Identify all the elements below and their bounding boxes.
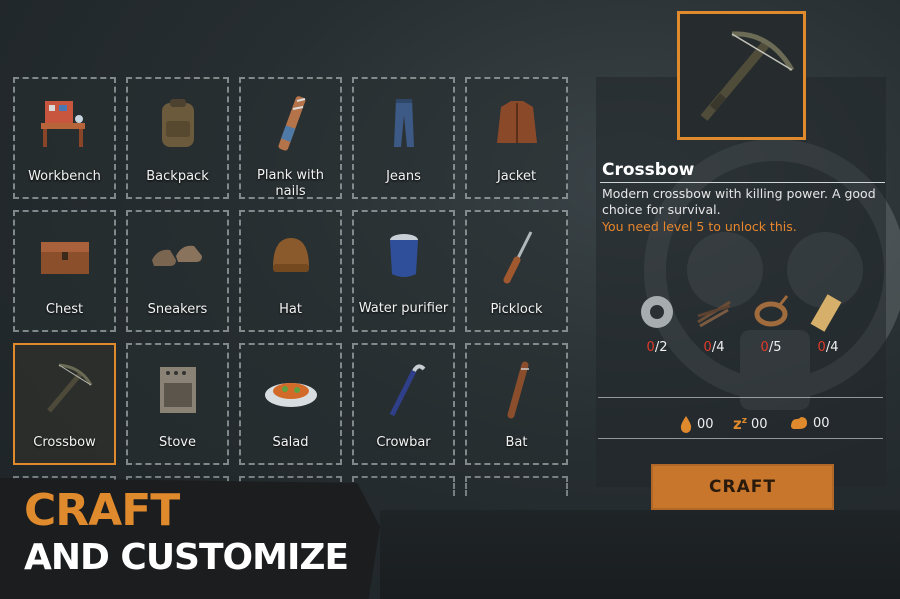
recipe-label: Workbench bbox=[28, 169, 101, 184]
jeans-icon bbox=[354, 93, 453, 153]
recipe-workbench[interactable]: Workbench bbox=[13, 77, 116, 199]
recipe-jeans[interactable]: Jeans bbox=[352, 77, 455, 199]
recipe-backpack[interactable]: Backpack bbox=[126, 77, 229, 199]
recipe-picklock[interactable]: Picklock bbox=[465, 210, 568, 332]
recipe-plank-with-nails[interactable]: Plank with nails bbox=[239, 77, 342, 199]
resource-rope: 0/5 bbox=[746, 292, 796, 355]
item-description: Modern crossbow with killing power. A go… bbox=[602, 186, 876, 217]
plank-icon bbox=[803, 292, 853, 332]
item-preview bbox=[677, 11, 806, 140]
resource-plank: 0/4 bbox=[803, 292, 853, 355]
bat-icon bbox=[467, 359, 566, 419]
rope-icon bbox=[746, 292, 796, 332]
backpack-icon bbox=[128, 93, 227, 153]
recipe-label: Chest bbox=[45, 302, 84, 317]
water-drop-icon bbox=[680, 416, 692, 433]
divider bbox=[600, 182, 885, 183]
recipe-slot-partial[interactable] bbox=[352, 476, 455, 496]
picklock-icon bbox=[467, 226, 566, 286]
stove-icon bbox=[128, 359, 227, 419]
stomach-icon bbox=[791, 417, 807, 429]
recipe-label: Stove bbox=[159, 435, 196, 450]
recipe-grid[interactable]: Workbench Backpack Plank with nails Jean… bbox=[13, 77, 573, 507]
resource-sticks: 0/4 bbox=[689, 292, 739, 355]
unlock-requirement: You need level 5 to unlock this. bbox=[602, 219, 797, 234]
water-purifier-icon bbox=[354, 226, 453, 286]
resource-count: 0/2 bbox=[646, 340, 668, 355]
recipe-label: Picklock bbox=[490, 302, 543, 317]
recipe-hat[interactable]: Hat bbox=[239, 210, 342, 332]
recipe-label: Backpack bbox=[146, 169, 209, 184]
craft-button[interactable]: CRAFT bbox=[651, 464, 834, 510]
recipe-label: Jeans bbox=[386, 169, 421, 184]
recipe-slot-partial[interactable] bbox=[465, 476, 568, 496]
recipe-label: Crowbar bbox=[376, 435, 431, 450]
recipe-label: Hat bbox=[279, 302, 302, 317]
chest-icon bbox=[15, 226, 114, 286]
sleep-icon: zz bbox=[733, 415, 747, 433]
crossbow-icon bbox=[15, 359, 114, 419]
resource-count: 0/4 bbox=[817, 340, 839, 355]
crossbow-icon bbox=[700, 31, 795, 121]
resource-duct-tape: 0/2 bbox=[632, 292, 682, 355]
recipe-label: Salad bbox=[272, 435, 309, 450]
slogan-subtitle: AND CUSTOMIZE bbox=[24, 537, 349, 578]
resource-count: 0/4 bbox=[703, 340, 725, 355]
item-title: Crossbow bbox=[602, 160, 695, 180]
recipe-salad[interactable]: Salad bbox=[239, 343, 342, 465]
resource-count: 0/5 bbox=[760, 340, 782, 355]
recipe-label: Bat bbox=[505, 435, 528, 450]
stat-sleep: zz 00 bbox=[733, 415, 768, 433]
recipe-crowbar[interactable]: Crowbar bbox=[352, 343, 455, 465]
bottom-background bbox=[380, 510, 900, 599]
recipe-label: Crossbow bbox=[33, 435, 96, 450]
jacket-icon bbox=[467, 93, 566, 153]
recipe-jacket[interactable]: Jacket bbox=[465, 77, 568, 199]
stat-thirst: 00 bbox=[679, 415, 714, 433]
recipe-stove[interactable]: Stove bbox=[126, 343, 229, 465]
divider bbox=[598, 397, 883, 398]
recipe-label: Plank with nails bbox=[257, 168, 324, 199]
divider bbox=[598, 438, 883, 439]
sneakers-icon bbox=[128, 226, 227, 286]
recipe-water-purifier[interactable]: Water purifier bbox=[352, 210, 455, 332]
slogan-headline: CRAFT bbox=[24, 485, 180, 536]
sticks-icon bbox=[689, 292, 739, 332]
workbench-icon bbox=[15, 93, 114, 153]
recipe-chest[interactable]: Chest bbox=[13, 210, 116, 332]
crowbar-icon bbox=[354, 359, 453, 419]
plank-with-nails-icon bbox=[241, 93, 340, 153]
recipe-crossbow[interactable]: Crossbow bbox=[13, 343, 116, 465]
recipe-label: Sneakers bbox=[147, 302, 208, 317]
recipe-bat[interactable]: Bat bbox=[465, 343, 568, 465]
recipe-label: Water purifier bbox=[358, 301, 449, 316]
recipe-label: Jacket bbox=[496, 169, 537, 184]
stat-hunger: 00 bbox=[789, 415, 830, 431]
salad-icon bbox=[241, 359, 340, 419]
hat-icon bbox=[241, 226, 340, 286]
recipe-sneakers[interactable]: Sneakers bbox=[126, 210, 229, 332]
duct-tape-icon bbox=[632, 292, 682, 332]
